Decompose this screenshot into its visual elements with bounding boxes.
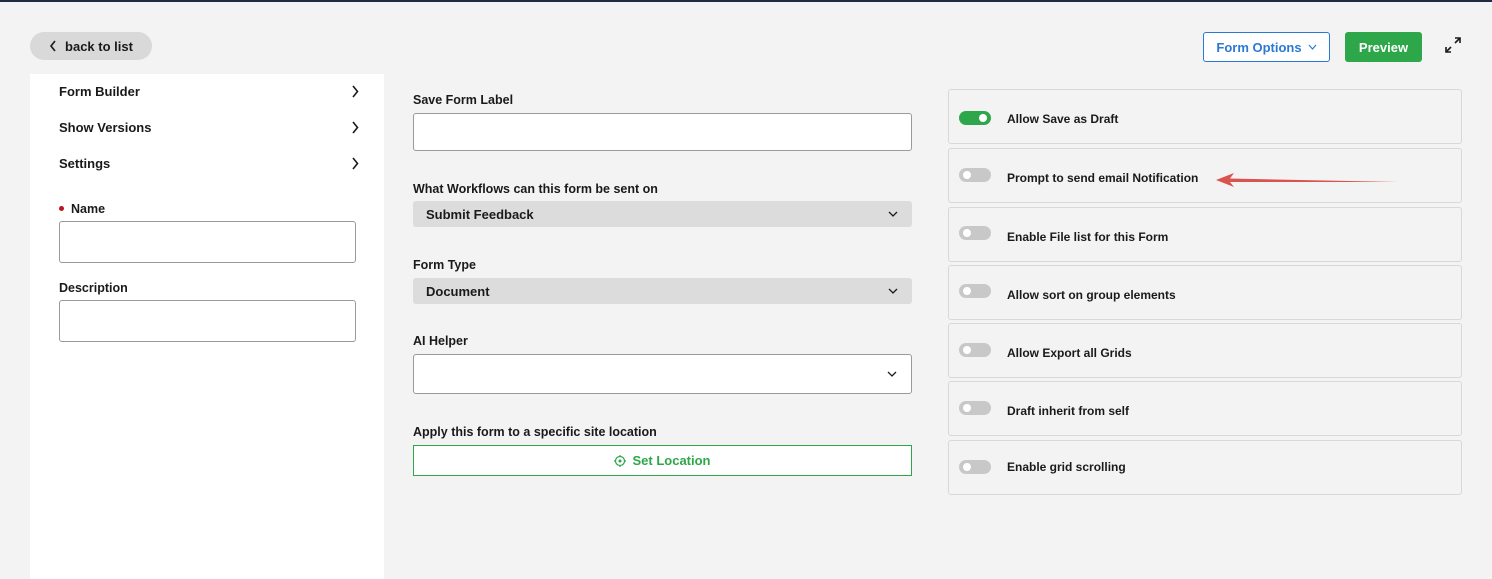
preview-label: Preview xyxy=(1358,39,1409,55)
save-form-label-input[interactable] xyxy=(413,113,912,151)
toggle-label: Allow Save as Draft xyxy=(1007,112,1119,126)
chevron-down-icon xyxy=(887,371,897,377)
site-location-label: Apply this form to a specific site locat… xyxy=(413,425,657,439)
form-type-select[interactable]: Document xyxy=(413,278,912,304)
sidebar-item-settings[interactable]: Settings xyxy=(59,153,359,173)
name-label-text: Name xyxy=(71,202,106,216)
name-field-label: Name xyxy=(59,202,105,216)
export-grids-toggle[interactable] xyxy=(959,343,991,357)
description-input[interactable] xyxy=(59,300,356,342)
annotation-arrow-icon xyxy=(1216,173,1400,187)
toggle-card-export-grids: Allow Export all Grids xyxy=(948,323,1462,378)
toggle-card-draft-inherit: Draft inherit from self xyxy=(948,381,1462,436)
workflows-select[interactable]: Submit Feedback xyxy=(413,201,912,227)
sidebar-item-label: Form Builder xyxy=(59,83,140,99)
toggle-label: Allow Export all Grids xyxy=(1007,346,1132,360)
save-form-label-title: Save Form Label xyxy=(413,93,514,107)
toggle-knob xyxy=(963,463,971,471)
chevron-right-icon xyxy=(352,156,359,170)
sort-group-toggle[interactable] xyxy=(959,284,991,298)
toggle-knob xyxy=(963,229,971,237)
allow-save-draft-toggle[interactable] xyxy=(959,111,991,125)
toggle-knob xyxy=(963,346,971,354)
workflows-label: What Workflows can this form be sent on xyxy=(413,182,658,196)
expand-icon[interactable] xyxy=(1444,36,1462,54)
set-location-label: Set Location xyxy=(632,453,711,468)
chevron-down-icon xyxy=(888,211,898,217)
grid-scrolling-toggle[interactable] xyxy=(959,460,991,474)
sidebar-item-label: Show Versions xyxy=(59,119,152,135)
chevron-down-icon xyxy=(1308,44,1317,50)
chevron-left-icon xyxy=(50,40,56,52)
chevron-right-icon xyxy=(352,84,359,98)
sidebar-item-label: Settings xyxy=(59,155,111,171)
sidebar-item-show-versions[interactable]: Show Versions xyxy=(59,117,359,137)
preview-button[interactable]: Preview xyxy=(1345,32,1422,62)
settings-sidebar: Form Builder Show Versions Settings Name… xyxy=(30,74,384,579)
required-indicator xyxy=(59,206,64,212)
toggle-knob xyxy=(963,287,971,295)
sidebar-item-form-builder[interactable]: Form Builder xyxy=(59,81,359,101)
form-type-label: Form Type xyxy=(413,258,476,272)
target-icon xyxy=(614,454,627,467)
toggle-knob xyxy=(963,404,971,412)
chevron-right-icon xyxy=(352,120,359,134)
workflows-select-value: Submit Feedback xyxy=(426,206,534,222)
form-type-select-value: Document xyxy=(426,283,490,299)
description-field-label: Description xyxy=(59,281,128,295)
toggle-card-file-list: Enable File list for this Form xyxy=(948,207,1462,262)
toggle-knob xyxy=(963,171,971,179)
toggle-label: Enable grid scrolling xyxy=(1007,460,1126,474)
form-options-label: Form Options xyxy=(1216,39,1302,55)
toggle-knob xyxy=(979,114,987,122)
back-to-list-button[interactable]: back to list xyxy=(30,32,152,60)
toggle-card-allow-save-draft: Allow Save as Draft xyxy=(948,89,1462,144)
toggle-label: Prompt to send email Notification xyxy=(1007,171,1199,185)
toggle-card-sort-group: Allow sort on group elements xyxy=(948,265,1462,320)
name-input[interactable] xyxy=(59,221,356,263)
chevron-down-icon xyxy=(888,288,898,294)
toggle-label: Enable File list for this Form xyxy=(1007,230,1169,244)
set-location-button[interactable]: Set Location xyxy=(413,445,912,476)
draft-inherit-toggle[interactable] xyxy=(959,401,991,415)
ai-helper-select[interactable] xyxy=(413,354,912,394)
toggle-card-grid-scrolling: Enable grid scrolling xyxy=(948,440,1462,495)
form-options-dropdown[interactable]: Form Options xyxy=(1203,32,1330,62)
back-to-list-label: back to list xyxy=(65,38,133,54)
toggle-label: Draft inherit from self xyxy=(1007,404,1130,418)
toggle-label: Allow sort on group elements xyxy=(1007,288,1176,302)
prompt-email-toggle[interactable] xyxy=(959,168,991,182)
file-list-toggle[interactable] xyxy=(959,226,991,240)
ai-helper-label: AI Helper xyxy=(413,334,468,348)
